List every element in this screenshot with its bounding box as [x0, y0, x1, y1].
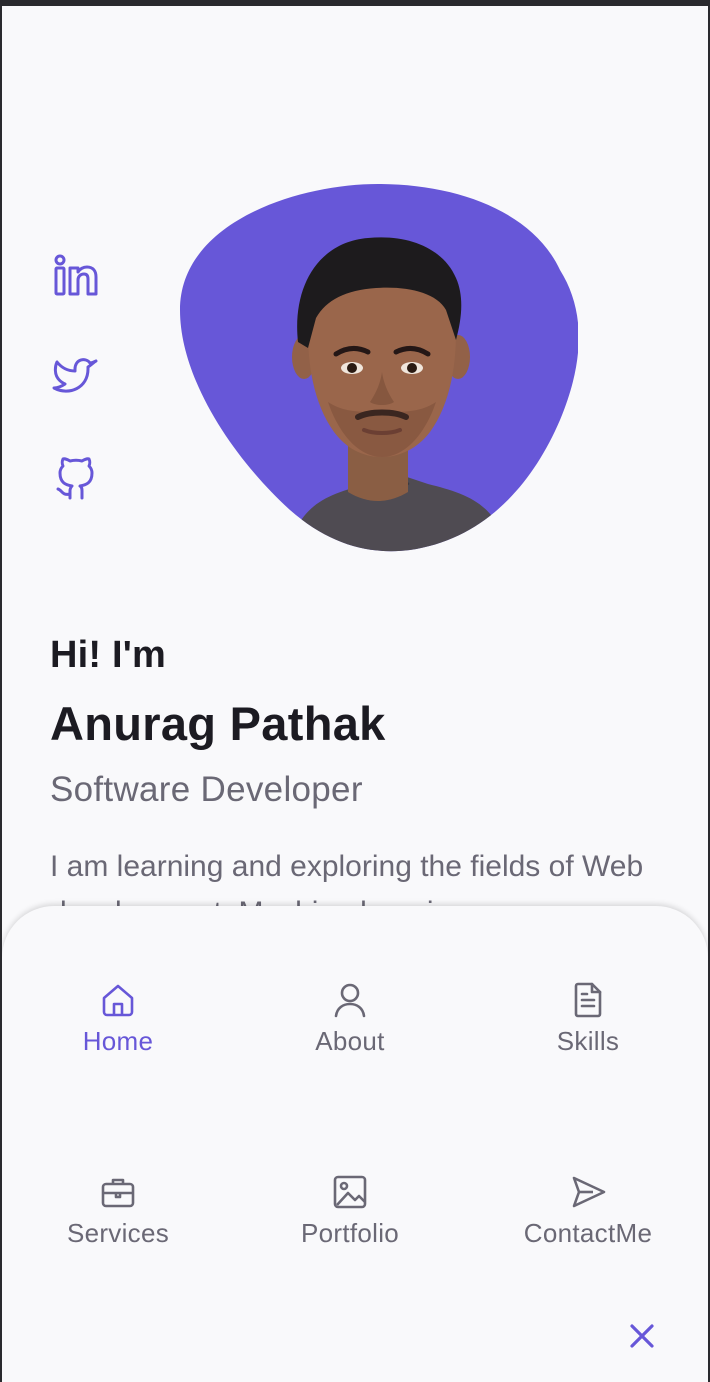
- user-icon: [334, 983, 366, 1018]
- home-icon: [102, 984, 134, 1017]
- nav-item-contactme[interactable]: ContactMe: [488, 1172, 688, 1249]
- nav-item-services[interactable]: Services: [18, 1172, 218, 1249]
- nav-label-contactme: ContactMe: [523, 1218, 653, 1248]
- file-icon: [574, 982, 602, 1018]
- nav-label-portfolio: Portfolio: [300, 1218, 400, 1248]
- twitter-icon[interactable]: [52, 352, 100, 400]
- greeting-text: Hi! I'm: [50, 634, 166, 676]
- profile-photo: [178, 182, 578, 554]
- navigation-menu: Home About Skills Services Portfolio Con…: [2, 906, 708, 1382]
- briefcase-icon: [101, 1178, 135, 1208]
- nav-label-about: About: [315, 1026, 385, 1056]
- nav-item-home[interactable]: Home: [18, 980, 218, 1057]
- close-button[interactable]: [624, 1318, 660, 1354]
- close-icon: [630, 1324, 654, 1348]
- nav-item-portfolio[interactable]: Portfolio: [250, 1172, 450, 1249]
- nav-label-services: Services: [66, 1218, 170, 1248]
- page-title: Anurag Pathak: [50, 697, 386, 750]
- page-viewport: Hi! I'm Anurag Pathak Software Developer…: [2, 6, 708, 1382]
- send-icon: [572, 1176, 606, 1208]
- nav-label-skills: Skills: [556, 1026, 620, 1056]
- linkedin-icon[interactable]: [52, 252, 100, 300]
- nav-item-about[interactable]: About: [250, 980, 450, 1057]
- role-subtitle: Software Developer: [50, 770, 363, 809]
- nav-label-home: Home: [82, 1026, 154, 1056]
- github-icon[interactable]: [52, 454, 100, 502]
- nav-item-skills[interactable]: Skills: [488, 980, 688, 1057]
- image-icon: [333, 1175, 367, 1209]
